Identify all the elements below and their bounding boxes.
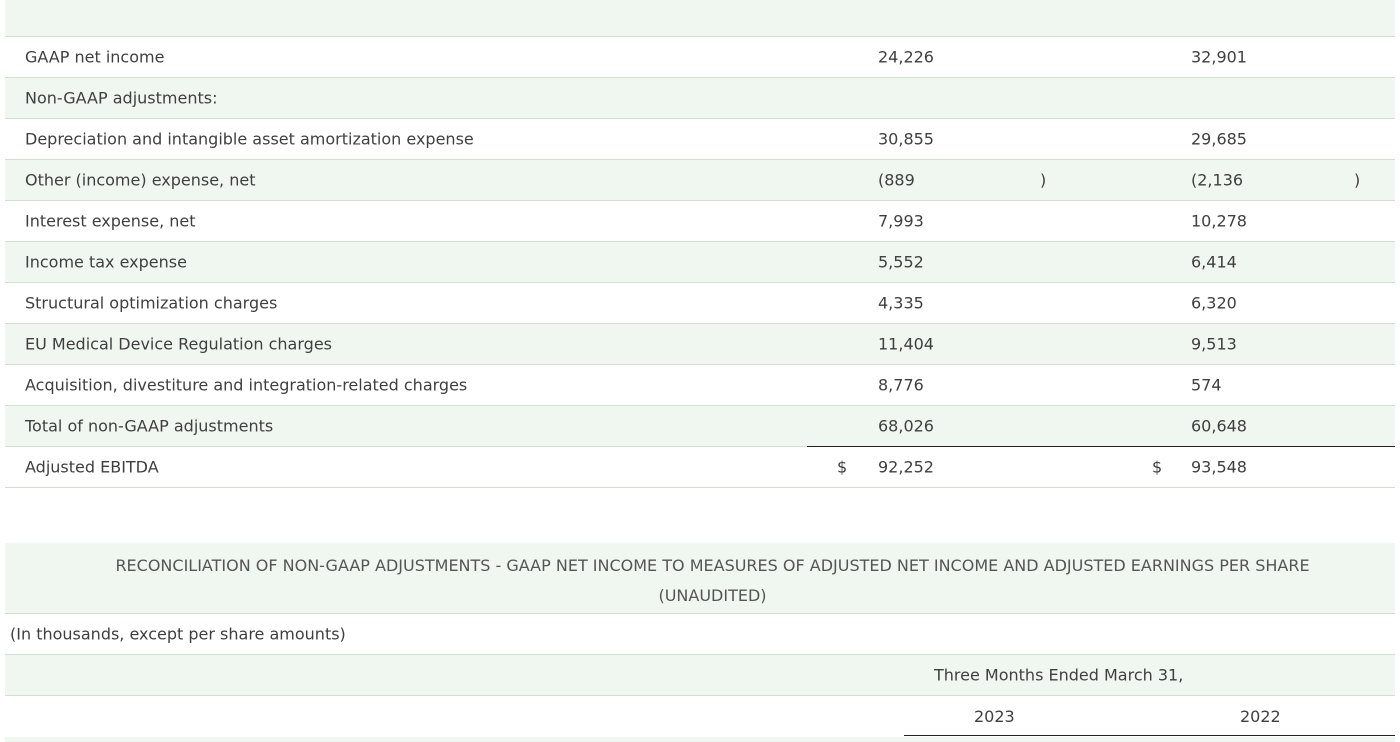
value-2023: 92,252 [878,457,934,477]
value-2022: 574 [1191,375,1222,395]
row-label: GAAP net income [25,47,165,67]
table-row: GAAP net income 24,226 32,901 [5,37,1395,78]
value-2022: 29,685 [1191,129,1247,149]
row-label: Non-GAAP adjustments: [25,88,218,108]
table-row: Depreciation and intangible asset amorti… [5,119,1395,160]
table-title: RECONCILIATION OF NON-GAAP ADJUSTMENTS -… [115,556,1310,605]
closing-paren: ) [1354,170,1361,190]
value-2022: 6,414 [1191,252,1237,272]
value-2022: 60,648 [1191,416,1247,436]
table-row: EU Medical Device Regulation charges 11,… [5,324,1395,365]
units-note: (In thousands, except per share amounts) [10,624,346,644]
row-label: Income tax expense [25,252,187,272]
closing-paren: ) [1040,170,1047,190]
row-label: Depreciation and intangible asset amorti… [25,129,474,149]
table-row: Structural optimization charges 4,335 6,… [5,283,1395,324]
value-2023: 7,993 [878,211,924,231]
table-row: Income tax expense 5,552 6,414 [5,242,1395,283]
table-row: Total of non-GAAP adjustments 68,026 60,… [5,406,1395,447]
table-row: Other (income) expense, net (889 ) (2,13… [5,160,1395,201]
row-label: Interest expense, net [25,211,196,231]
period-header: Three Months Ended March 31, [934,665,1184,685]
value-2023: 4,335 [878,293,924,313]
dollar-sign: $ [837,457,848,477]
units-note-row: (In thousands, except per share amounts) [5,614,1395,655]
value-2023: 68,026 [878,416,934,436]
value-2022: 93,548 [1191,457,1247,477]
table-header-row [5,0,1395,37]
value-2022: 9,513 [1191,334,1237,354]
year-header-underline [904,735,1395,736]
value-2022: 10,278 [1191,211,1247,231]
value-2023: 24,226 [878,47,934,67]
row-label: Structural optimization charges [25,293,278,313]
table-row-total: Adjusted EBITDA $ 92,252 $ 93,548 [5,447,1395,488]
value-2023: 11,404 [878,334,934,354]
value-2023: 8,776 [878,375,924,395]
table-row: Acquisition, divestiture and integration… [5,365,1395,406]
financial-page: GAAP net income 24,226 32,901 Non-GAAP a… [0,0,1400,742]
value-2022: (2,136 [1191,170,1244,190]
period-header-row: Three Months Ended March 31, [5,655,1395,696]
value-2023: (889 [878,170,915,190]
year-header-2023: 2023 [974,707,1015,726]
value-2023: 5,552 [878,252,924,272]
value-2023: 30,855 [878,129,934,149]
table-title-row: RECONCILIATION OF NON-GAAP ADJUSTMENTS -… [5,543,1395,614]
row-label: EU Medical Device Regulation charges [25,334,332,354]
row-label: Adjusted EBITDA [25,457,159,477]
table-row: Non-GAAP adjustments: [5,78,1395,119]
table-row: Interest expense, net 7,993 10,278 [5,201,1395,242]
year-header-2022: 2022 [1240,707,1281,726]
row-label: Total of non-GAAP adjustments [25,416,274,436]
row-label: Acquisition, divestiture and integration… [25,375,468,395]
dollar-sign: $ [1152,457,1163,477]
row-label: Other (income) expense, net [25,170,256,190]
value-2022: 32,901 [1191,47,1247,67]
value-2022: 6,320 [1191,293,1237,313]
next-row-edge [5,737,1395,742]
